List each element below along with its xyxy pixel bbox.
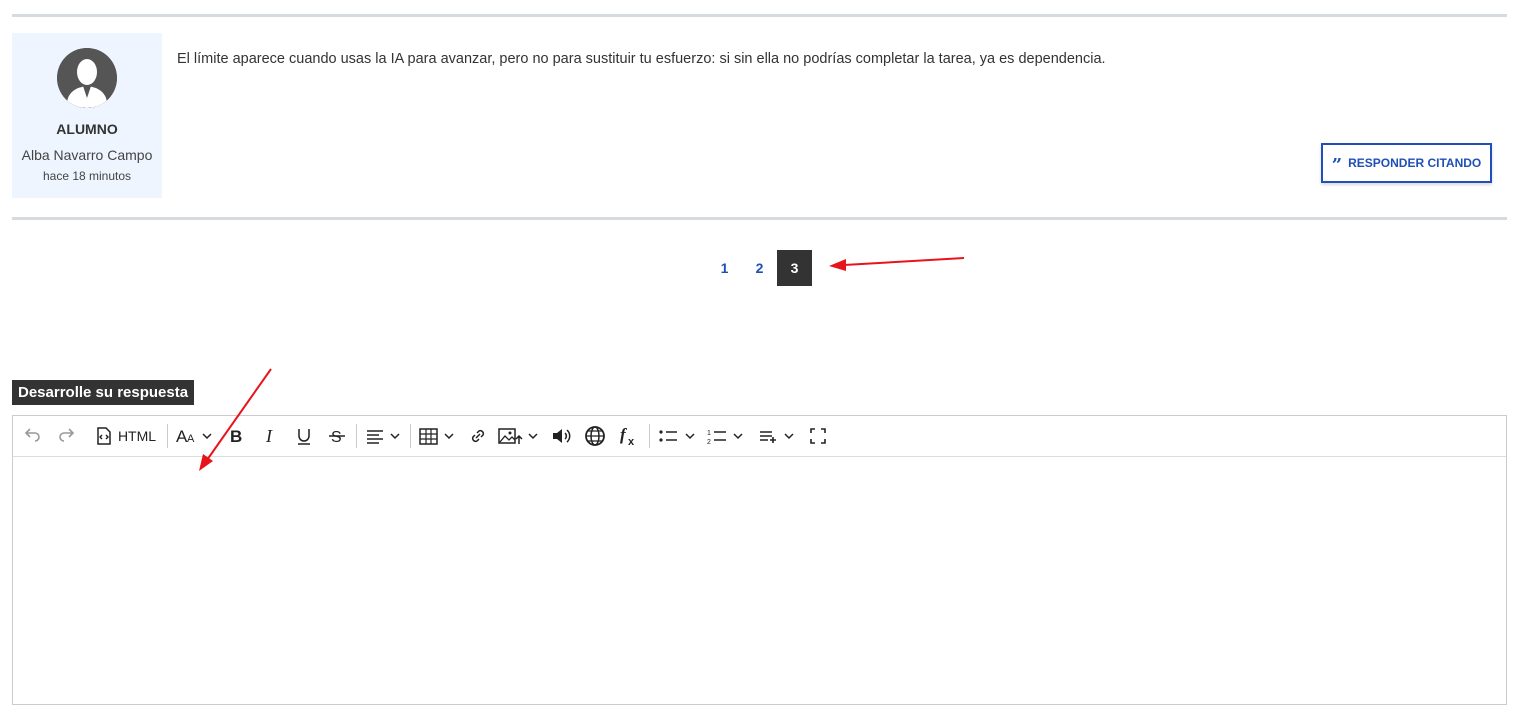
editor-toolbar: HTML AA B I S f x 1 2 <box>13 416 1506 457</box>
italic-icon[interactable]: I <box>258 424 282 448</box>
undo-icon[interactable] <box>21 424 45 448</box>
html-source-button[interactable]: HTML <box>92 424 158 448</box>
toolbar-separator <box>410 424 411 448</box>
redo-icon[interactable] <box>54 424 78 448</box>
globe-icon[interactable] <box>583 424 607 448</box>
bold-icon[interactable]: B <box>224 424 248 448</box>
font-size-dropdown[interactable]: AA <box>175 424 215 448</box>
underline-icon[interactable] <box>292 424 316 448</box>
page-link-2[interactable]: 2 <box>742 250 777 286</box>
toolbar-separator <box>649 424 650 448</box>
pagination: 1 2 3 <box>707 250 812 286</box>
formula-icon[interactable]: fx <box>617 424 641 448</box>
post-time: hace 18 minutos <box>42 169 132 183</box>
author-card: ALUMNO Alba Navarro Campo hace 18 minuto… <box>12 33 162 198</box>
bullet-list-dropdown[interactable] <box>657 424 699 448</box>
audio-icon[interactable] <box>549 424 573 448</box>
link-icon[interactable] <box>466 424 490 448</box>
author-role: ALUMNO <box>56 121 118 137</box>
response-label: Desarrolle su respuesta <box>12 380 195 405</box>
toolbar-separator <box>356 424 357 448</box>
page-link-3-current[interactable]: 3 <box>777 250 812 286</box>
reply-quote-label: RESPONDER CITANDO <box>1348 156 1482 170</box>
rich-text-editor: HTML AA B I S f x 1 2 <box>12 415 1507 705</box>
user-silhouette-icon <box>57 48 117 108</box>
post-body: El límite aparece cuando usas la IA para… <box>177 51 1106 67</box>
bottom-divider <box>12 217 1507 220</box>
avatar <box>57 48 117 108</box>
svg-text:S: S <box>331 429 342 446</box>
fullscreen-icon[interactable] <box>806 424 830 448</box>
top-divider <box>12 14 1507 17</box>
author-name: Alba Navarro Campo <box>21 147 153 163</box>
strikethrough-icon[interactable]: S <box>325 424 349 448</box>
svg-text:I: I <box>265 426 273 446</box>
svg-text:2: 2 <box>707 439 711 446</box>
page-link-1[interactable]: 1 <box>707 250 742 286</box>
reply-quote-button[interactable]: ” RESPONDER CITANDO <box>1321 143 1492 183</box>
toolbar-separator <box>167 424 168 448</box>
svg-text:1: 1 <box>707 430 711 437</box>
table-dropdown[interactable] <box>417 424 457 448</box>
image-upload-dropdown[interactable] <box>497 424 541 448</box>
svg-text:f: f <box>620 425 628 444</box>
numbered-list-dropdown[interactable]: 12 <box>706 424 748 448</box>
annotation-arrow-pagination <box>829 257 965 271</box>
code-file-icon <box>97 427 111 445</box>
quote-icon: ” <box>1331 154 1343 176</box>
svg-text:x: x <box>628 436 635 447</box>
align-dropdown[interactable] <box>364 424 404 448</box>
reply-editor-area[interactable] <box>13 457 1506 704</box>
svg-text:B: B <box>230 427 242 446</box>
html-label: HTML <box>117 428 157 444</box>
insert-block-dropdown[interactable] <box>758 424 798 448</box>
svg-text:A: A <box>187 433 195 445</box>
